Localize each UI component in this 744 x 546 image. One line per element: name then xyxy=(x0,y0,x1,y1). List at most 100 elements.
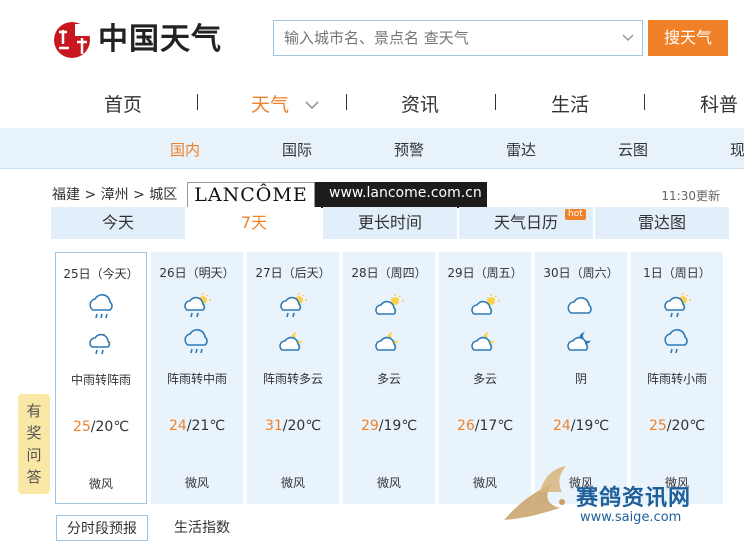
day-temperature: 29/19℃ xyxy=(343,418,435,434)
day-temperature: 24/19℃ xyxy=(535,418,627,434)
sun-rain-icon xyxy=(184,293,211,318)
city-search-input[interactable] xyxy=(282,21,616,55)
day-wind: 微风 xyxy=(184,476,209,490)
tab-calendar[interactable]: 天气日历 hot xyxy=(459,207,593,239)
temp-high: 29 xyxy=(360,418,379,434)
tab-longer[interactable]: 更长时间 xyxy=(323,207,457,239)
temp-high: 24 xyxy=(168,418,187,434)
watermark-title: 赛鸽资讯网 xyxy=(576,486,692,511)
nav-item-news[interactable]: 资讯 xyxy=(401,90,439,117)
nav-item-science[interactable]: 科普 xyxy=(700,90,738,117)
ad-brand-logo: LANCÔME xyxy=(187,182,315,208)
site-header: 中国天气 搜天气 xyxy=(0,0,744,78)
forecast-day[interactable]: 27日（后天） 阵雨转多云 31/20℃ 微风 xyxy=(247,252,339,504)
subnav-item-more[interactable]: 现 xyxy=(730,139,744,160)
day-date: 25日（今天） xyxy=(63,267,139,281)
day-temperature: 31/20℃ xyxy=(247,418,339,434)
nav-divider xyxy=(197,94,198,110)
temp-low: /20℃ xyxy=(282,418,322,434)
nav-item-weather[interactable]: 天气 xyxy=(251,90,289,117)
forecast-day[interactable]: 28日（周四） 多云 29/19℃ 微风 xyxy=(343,252,435,504)
chevron-down-icon[interactable] xyxy=(304,99,320,111)
temp-low: /20℃ xyxy=(90,419,130,435)
cloud-icon xyxy=(567,297,592,314)
moon-cloud-icon xyxy=(471,332,495,351)
temp-high: 26 xyxy=(456,418,475,434)
quiz-char: 问 xyxy=(26,446,42,464)
forecast-day[interactable]: 25日（今天） 中雨转阵雨 25/20℃ 微风 xyxy=(55,252,147,504)
day-weather-desc: 中雨转阵雨 xyxy=(70,373,131,387)
main-nav: 首页 天气 资讯 生活 科普 xyxy=(0,78,744,128)
temp-high: 31 xyxy=(264,418,283,434)
breadcrumb-separator: > xyxy=(84,187,97,203)
temp-high: 24 xyxy=(552,418,571,434)
breadcrumb-separator: > xyxy=(133,187,145,203)
temp-low: /20℃ xyxy=(666,418,706,434)
quiz-char: 有 xyxy=(26,402,42,420)
watermark: 赛鸽资讯网 www.saige.com xyxy=(500,462,736,534)
site-logo-text[interactable]: 中国天气 xyxy=(98,20,222,60)
nav-divider xyxy=(644,94,645,110)
tab-7days[interactable]: 7天 xyxy=(187,207,321,239)
nav-item-life[interactable]: 生活 xyxy=(551,90,589,117)
rain-icon xyxy=(664,329,688,354)
temp-low: /17℃ xyxy=(474,418,514,434)
logo-seal-icon[interactable] xyxy=(51,20,93,60)
rain-icon xyxy=(89,294,113,319)
subnav-item-cloud[interactable]: 云图 xyxy=(618,139,648,160)
nav-item-home[interactable]: 首页 xyxy=(104,90,142,117)
breadcrumb: 福建 > 漳州 > 城区 xyxy=(52,184,177,204)
subnav-item-warning[interactable]: 预警 xyxy=(394,139,424,160)
day-weather-desc: 阴 xyxy=(574,372,587,386)
quiz-char: 奖 xyxy=(26,424,42,442)
hot-badge: hot xyxy=(565,209,586,220)
moon-cloud-icon xyxy=(567,332,591,351)
pigeon-logo-icon xyxy=(504,466,566,520)
day-temperature: 24/21℃ xyxy=(151,418,243,434)
tab-hourly-forecast[interactable]: 分时段预报 xyxy=(56,515,148,541)
temp-high: 25 xyxy=(72,419,91,435)
moon-cloud-icon xyxy=(279,332,303,351)
search-box xyxy=(273,20,643,56)
quiz-float-button[interactable]: 有 奖 问 答 xyxy=(18,394,50,494)
day-date: 27日（后天） xyxy=(255,266,331,280)
quiz-char: 答 xyxy=(26,468,42,486)
day-temperature: 26/17℃ xyxy=(439,418,531,434)
ad-banner[interactable]: LANCÔME www.lancome.com.cn xyxy=(187,182,487,208)
forecast-tabs: 今天 7天 更长时间 天气日历 hot 雷达图 xyxy=(51,207,729,239)
day-wind: 微风 xyxy=(376,476,401,490)
day-weather-desc: 多云 xyxy=(472,372,497,386)
sun-cloud-icon xyxy=(375,294,404,315)
tab-calendar-label: 天气日历 xyxy=(493,213,558,232)
update-time: 11:30更新 xyxy=(661,189,720,203)
tab-today[interactable]: 今天 xyxy=(51,207,185,239)
day-date: 26日（明天） xyxy=(159,266,235,280)
nav-divider xyxy=(346,94,347,110)
day-date: 29日（周五） xyxy=(447,266,523,280)
moon-cloud-icon xyxy=(375,332,399,351)
day-date: 30日（周六） xyxy=(543,266,619,280)
day-date: 1日（周日） xyxy=(643,266,711,280)
tab-life-index[interactable]: 生活指数 xyxy=(174,515,230,541)
ad-url: www.lancome.com.cn xyxy=(329,185,482,201)
temp-high: 25 xyxy=(648,418,667,434)
day-date: 28日（周四） xyxy=(351,266,427,280)
day-weather-desc: 阵雨转中雨 xyxy=(166,372,227,386)
breadcrumb-city[interactable]: 漳州 xyxy=(101,187,129,203)
breadcrumb-district: 城区 xyxy=(149,187,178,203)
sun-rain-icon xyxy=(280,293,307,318)
breadcrumb-province[interactable]: 福建 xyxy=(52,187,80,203)
chevron-down-icon[interactable] xyxy=(620,29,636,45)
rain-icon xyxy=(184,329,208,354)
tab-radar[interactable]: 雷达图 xyxy=(595,207,729,239)
sub-nav: 国内 国际 预警 雷达 云图 现 xyxy=(0,128,744,169)
night-rain-icon xyxy=(89,333,112,355)
temp-low: /21℃ xyxy=(186,418,226,434)
day-weather-desc: 阵雨转小雨 xyxy=(646,372,707,386)
forecast-day[interactable]: 26日（明天） 阵雨转中雨 24/21℃ 微风 xyxy=(151,252,243,504)
search-button[interactable]: 搜天气 xyxy=(648,20,728,56)
subnav-item-international[interactable]: 国际 xyxy=(282,139,312,160)
subnav-item-domestic[interactable]: 国内 xyxy=(170,139,200,160)
day-wind: 微风 xyxy=(280,476,305,490)
subnav-item-radar[interactable]: 雷达 xyxy=(506,139,536,160)
